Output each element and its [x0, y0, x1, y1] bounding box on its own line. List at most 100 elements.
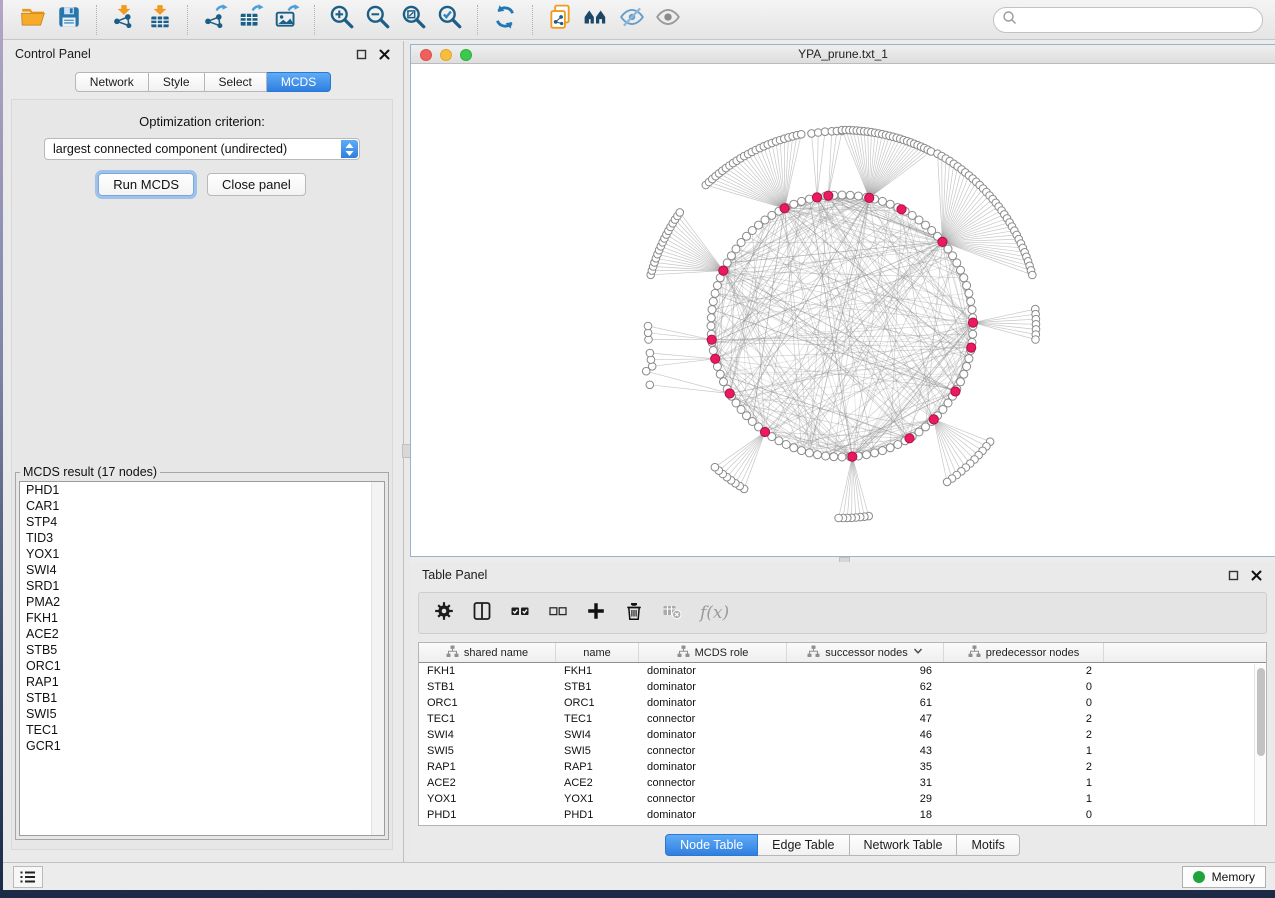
memory-button[interactable]: Memory [1182, 866, 1266, 888]
table-type-tabs: Node TableEdge TableNetwork TableMotifs [410, 834, 1275, 856]
zoom-in-button[interactable] [324, 4, 360, 36]
mcds-hub-node [967, 343, 976, 352]
list-item[interactable]: FKH1 [20, 610, 384, 626]
cell-predecessor-nodes: 0 [944, 807, 1104, 823]
tab-select[interactable]: Select [205, 72, 267, 92]
window-close-light[interactable] [420, 49, 432, 61]
list-item[interactable]: TEC1 [20, 722, 384, 738]
table-scrollbar-thumb[interactable] [1257, 668, 1265, 756]
delete-row-button[interactable] [624, 601, 644, 626]
column-header-predecessor-nodes[interactable]: predecessor nodes [944, 643, 1104, 662]
hide-selected-icon [619, 4, 645, 35]
column-type-icon [677, 645, 690, 661]
table-row[interactable]: ACE2ACE2connector311 [419, 775, 1266, 791]
show-columns-button[interactable] [472, 601, 492, 626]
cell-MCDS-role: dominator [639, 679, 787, 695]
table-row[interactable]: STB1STB1dominator620 [419, 679, 1266, 695]
column-header-name[interactable]: name [556, 643, 639, 662]
list-item[interactable]: GCR1 [20, 738, 384, 754]
zoom-out-button[interactable] [360, 4, 396, 36]
cell-name: ORC1 [556, 695, 639, 711]
settings-icon [434, 601, 454, 626]
tab-style[interactable]: Style [149, 72, 205, 92]
list-item[interactable]: PMA2 [20, 594, 384, 610]
list-item[interactable]: YOX1 [20, 546, 384, 562]
export-table-button[interactable] [233, 4, 269, 36]
list-item[interactable]: SWI4 [20, 562, 384, 578]
tab-network-table[interactable]: Network Table [850, 834, 958, 856]
search-input[interactable] [1022, 13, 1254, 27]
list-item[interactable]: SRD1 [20, 578, 384, 594]
zoom-fit-button[interactable] [396, 4, 432, 36]
list-item[interactable]: ACE2 [20, 626, 384, 642]
add-row-button[interactable] [586, 601, 606, 626]
table-row[interactable]: SWI4SWI4dominator462 [419, 727, 1266, 743]
select-all-icon [510, 601, 530, 626]
table-scrollbar[interactable] [1254, 664, 1266, 825]
float-panel-icon[interactable] [355, 48, 368, 61]
export-network-button[interactable] [197, 4, 233, 36]
console-button[interactable] [13, 866, 43, 888]
export-image-button[interactable] [269, 4, 305, 36]
list-item[interactable]: STB5 [20, 642, 384, 658]
list-item[interactable]: PHD1 [20, 482, 384, 498]
tab-node-table[interactable]: Node Table [665, 834, 758, 856]
tab-motifs[interactable]: Motifs [957, 834, 1019, 856]
first-neighbors-button[interactable] [578, 4, 614, 36]
list-item[interactable]: CAR1 [20, 498, 384, 514]
import-table-button[interactable] [142, 4, 178, 36]
network-window-titlebar[interactable]: YPA_prune.txt_1 [411, 45, 1275, 64]
mcds-result-title: MCDS result (17 nodes) [20, 465, 160, 479]
deselect-all-button[interactable] [548, 601, 568, 626]
cell-successor-nodes: 47 [787, 711, 944, 727]
import-network-button[interactable] [106, 4, 142, 36]
tab-mcds[interactable]: MCDS [267, 72, 331, 92]
table-row[interactable]: SWI5SWI5connector431 [419, 743, 1266, 759]
mcds-hub-node [905, 434, 914, 443]
hide-selected-button[interactable] [614, 4, 650, 36]
zoom-selected-icon [437, 4, 463, 35]
close-panel-icon[interactable] [1250, 569, 1263, 582]
select-all-button[interactable] [510, 601, 530, 626]
criterion-dropdown[interactable]: largest connected component (undirected) [44, 138, 360, 160]
column-header-successor-nodes[interactable]: successor nodes [787, 643, 944, 662]
table-row[interactable]: FKH1FKH1dominator962 [419, 663, 1266, 679]
table-row[interactable]: TEC1TEC1connector472 [419, 711, 1266, 727]
network-graph[interactable] [411, 64, 1275, 556]
table-row[interactable]: PHD1PHD1dominator180 [419, 807, 1266, 823]
cell-successor-nodes: 46 [787, 727, 944, 743]
tab-edge-table[interactable]: Edge Table [758, 834, 849, 856]
close-panel-icon[interactable] [378, 48, 391, 61]
mcds-result-list[interactable]: PHD1CAR1STP4TID3YOX1SWI4SRD1PMA2FKH1ACE2… [19, 481, 385, 836]
table-row[interactable]: RAP1RAP1dominator352 [419, 759, 1266, 775]
network-canvas[interactable] [411, 64, 1275, 556]
window-minimize-light[interactable] [440, 49, 452, 61]
list-item[interactable]: RAP1 [20, 674, 384, 690]
cell-predecessor-nodes: 2 [944, 759, 1104, 775]
list-item[interactable]: TID3 [20, 530, 384, 546]
search-field[interactable] [993, 7, 1263, 33]
list-item[interactable]: STP4 [20, 514, 384, 530]
run-mcds-button[interactable]: Run MCDS [98, 173, 194, 196]
save-session-button[interactable] [51, 4, 87, 36]
sort-desc-icon [913, 646, 923, 659]
table-row[interactable]: ORC1ORC1dominator610 [419, 695, 1266, 711]
zoom-selected-button[interactable] [432, 4, 468, 36]
refresh-view-button[interactable] [487, 4, 523, 36]
settings-button[interactable] [434, 601, 454, 626]
tab-network[interactable]: Network [75, 72, 149, 92]
list-item[interactable]: SWI5 [20, 706, 384, 722]
show-all-button[interactable] [650, 4, 686, 36]
add-row-icon [586, 601, 606, 626]
list-scrollbar[interactable] [371, 482, 384, 835]
list-item[interactable]: STB1 [20, 690, 384, 706]
column-header-shared-name[interactable]: shared name [419, 643, 556, 662]
copy-network-button[interactable] [542, 4, 578, 36]
list-item[interactable]: ORC1 [20, 658, 384, 674]
close-panel-button[interactable]: Close panel [207, 173, 306, 196]
float-panel-icon[interactable] [1227, 569, 1240, 582]
table-row[interactable]: YOX1YOX1connector291 [419, 791, 1266, 807]
window-maximize-light[interactable] [460, 49, 472, 61]
open-file-button[interactable] [15, 4, 51, 36]
column-header-MCDS-role[interactable]: MCDS role [639, 643, 787, 662]
